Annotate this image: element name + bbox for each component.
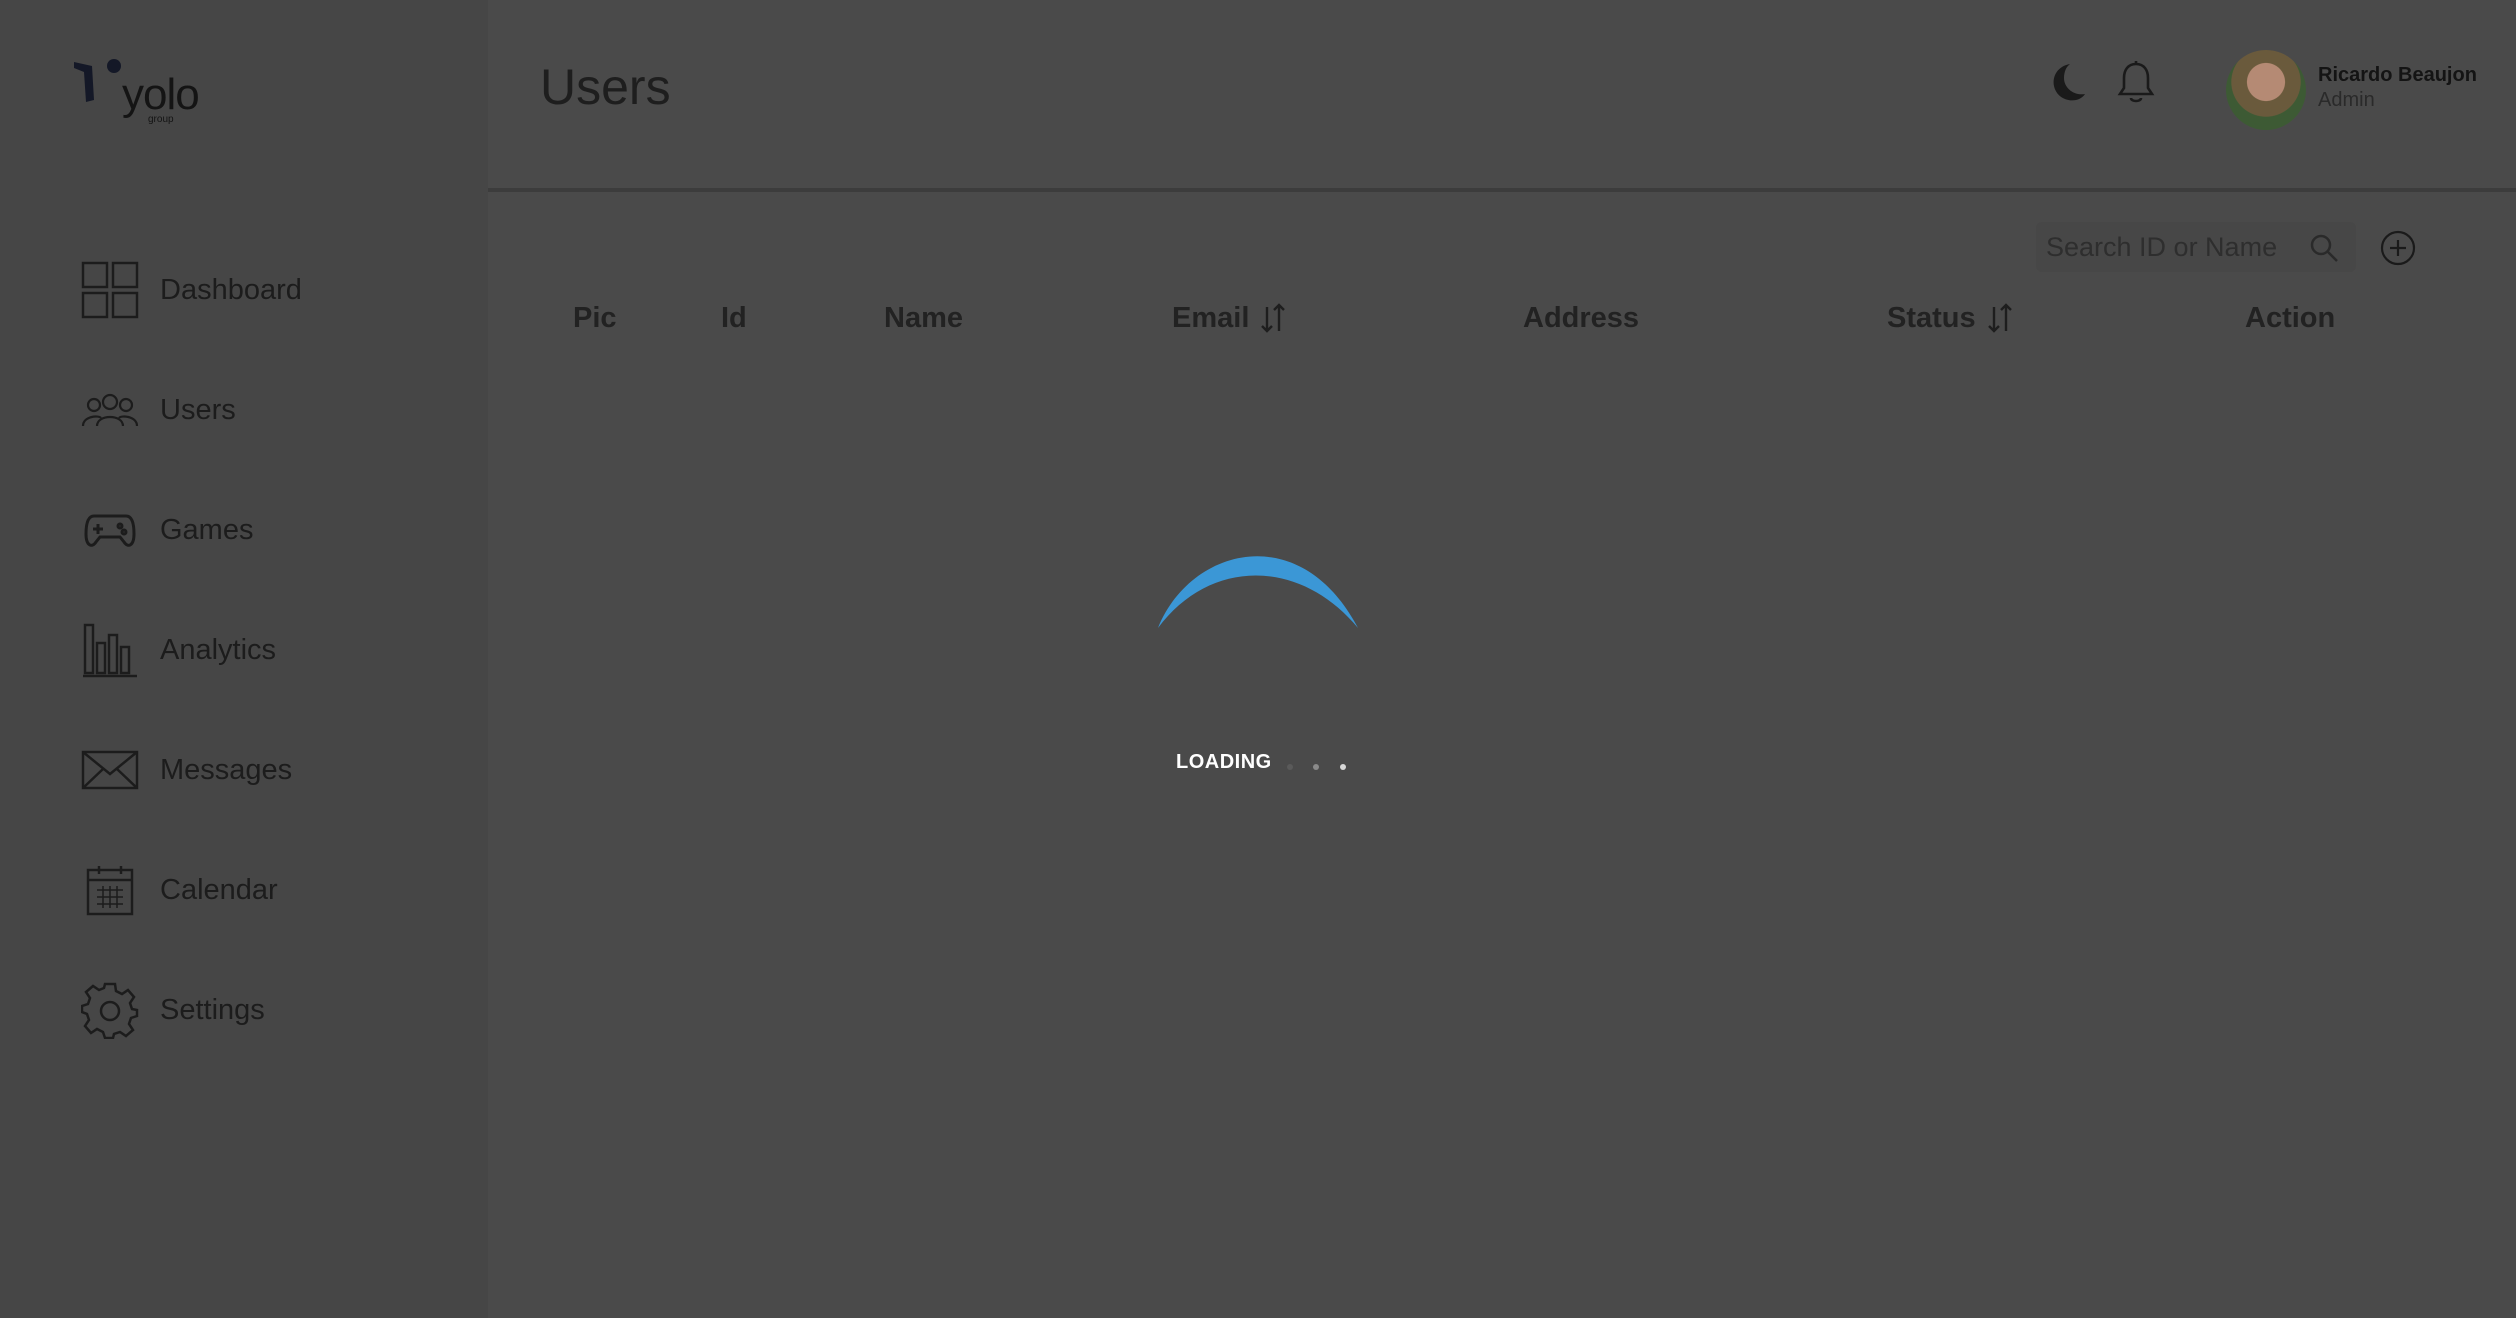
bar-chart-icon bbox=[80, 620, 140, 680]
loading-dot bbox=[1340, 764, 1346, 770]
loading-dot bbox=[1287, 764, 1293, 770]
loading-text: LOADING bbox=[1176, 751, 1272, 773]
envelope-icon bbox=[80, 740, 140, 800]
column-label: Pic bbox=[573, 302, 617, 334]
column-header-action: Action bbox=[2245, 302, 2335, 335]
sidebar-item-label: Calendar bbox=[160, 873, 278, 906]
users-icon bbox=[80, 380, 140, 440]
calendar-icon bbox=[80, 860, 140, 920]
sort-icon[interactable] bbox=[1986, 302, 2014, 335]
sidebar-item-label: Analytics bbox=[160, 633, 277, 666]
logo-mark-icon bbox=[74, 59, 121, 102]
sidebar-item-calendar[interactable]: Calendar bbox=[80, 858, 440, 922]
column-header-name: Name bbox=[884, 302, 963, 335]
sidebar-item-label: Settings bbox=[160, 993, 265, 1026]
column-label: Email bbox=[1172, 302, 1250, 334]
sidebar-item-label: Dashboard bbox=[160, 273, 302, 306]
notifications-button[interactable] bbox=[2116, 60, 2156, 111]
avatar[interactable] bbox=[2226, 50, 2306, 130]
grid-icon bbox=[80, 260, 140, 320]
user-role: Admin bbox=[2318, 89, 2375, 111]
user-name: Ricardo Beaujon bbox=[2318, 64, 2477, 86]
add-user-button[interactable] bbox=[2380, 230, 2416, 271]
loading-spinner bbox=[1150, 508, 1370, 653]
bell-icon bbox=[2117, 61, 2155, 103]
header-divider bbox=[488, 188, 2516, 192]
search-box bbox=[2036, 222, 2356, 272]
column-label: Status bbox=[1887, 302, 1976, 334]
sidebar-item-games[interactable]: Games bbox=[80, 498, 440, 562]
column-header-id: Id bbox=[721, 302, 747, 335]
dark-mode-toggle[interactable] bbox=[2044, 62, 2086, 109]
page-title: Users bbox=[540, 59, 671, 115]
column-header-pic: Pic bbox=[573, 302, 617, 335]
sidebar-item-dashboard[interactable]: Dashboard bbox=[80, 258, 440, 322]
moon-icon bbox=[2053, 64, 2085, 101]
search-input[interactable] bbox=[2046, 231, 2296, 263]
sidebar-item-label: Games bbox=[160, 513, 254, 546]
sidebar-item-label: Users bbox=[160, 393, 236, 426]
column-label: Id bbox=[721, 302, 747, 334]
search-icon[interactable] bbox=[2308, 232, 2340, 269]
column-header-status[interactable]: Status bbox=[1887, 302, 2014, 335]
logo-text: yolo bbox=[122, 70, 200, 119]
column-header-address: Address bbox=[1523, 302, 1639, 335]
column-header-email[interactable]: Email bbox=[1172, 302, 1287, 335]
sidebar-item-analytics[interactable]: Analytics bbox=[80, 618, 440, 682]
column-label: Address bbox=[1523, 302, 1640, 334]
gamepad-icon bbox=[80, 500, 140, 560]
loading-dot bbox=[1313, 764, 1319, 770]
sidebar-item-settings[interactable]: Settings bbox=[80, 978, 440, 1042]
logo-subtext: group bbox=[148, 114, 174, 125]
plus-circle-icon bbox=[2380, 230, 2416, 266]
column-label: Name bbox=[884, 302, 963, 334]
logo[interactable]: yolo group bbox=[70, 56, 220, 128]
column-label: Action bbox=[2245, 302, 2336, 334]
sidebar-item-label: Messages bbox=[160, 753, 293, 786]
sidebar-item-users[interactable]: Users bbox=[80, 378, 440, 442]
sort-icon[interactable] bbox=[1259, 302, 1287, 335]
gear-icon bbox=[80, 980, 140, 1040]
sidebar-item-messages[interactable]: Messages bbox=[80, 738, 440, 802]
sidebar: yolo group Dashboard Users Games Analyti… bbox=[0, 0, 488, 1318]
